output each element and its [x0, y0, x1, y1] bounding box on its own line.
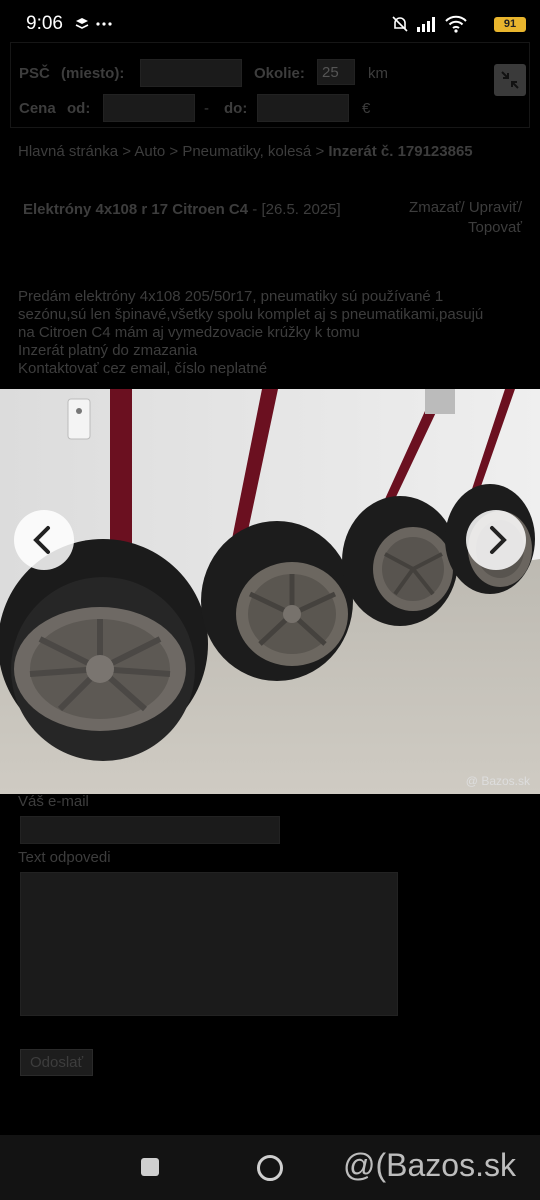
description-line: Predám elektróny 4x108 205/50r17, pneuma…	[18, 288, 444, 305]
ad-description: Predám elektróny 4x108 205/50r17, pneuma…	[18, 288, 528, 378]
ad-photo[interactable]: @ Bazos.sk	[0, 389, 540, 794]
description-line: na Citroen C4 mám aj vymedzovacie krúžky…	[18, 324, 360, 341]
psc-input[interactable]	[140, 59, 242, 87]
breadcrumb-auto[interactable]: Auto	[134, 143, 165, 160]
brand-watermark: @(Bazos.sk	[343, 1147, 516, 1183]
okolie-label: Okolie:	[254, 65, 305, 82]
cena-label: Cena	[19, 100, 56, 117]
reply-textarea[interactable]	[20, 872, 398, 1016]
psc-label: PSČ	[19, 65, 50, 82]
description-line: Inzerát platný do zmazania	[18, 342, 198, 359]
ad-date: - [26.5. 2025]	[252, 201, 341, 218]
chevron-left-icon	[33, 526, 50, 554]
okolie-unit: km	[368, 65, 388, 82]
breadcrumb-ad: Inzerát č. 179123865	[328, 143, 473, 160]
price-dash: -	[204, 100, 209, 117]
ad-actions[interactable]: Zmazať/ Upraviť/ Topovať	[382, 198, 522, 238]
ad-title-row: Elektróny 4x108 r 17 Citroen C4 - [26.5.…	[18, 198, 378, 222]
email-label: Váš e-mail	[18, 793, 89, 810]
previous-photo-button[interactable]	[14, 510, 74, 570]
price-to-input[interactable]	[257, 94, 349, 122]
description-line: Kontaktovať cez email, číslo neplatné	[18, 360, 268, 377]
breadcrumb-separator: >	[169, 143, 179, 160]
breadcrumb-separator: >	[315, 143, 325, 160]
chevron-right-icon	[490, 526, 507, 554]
breadcrumb-home[interactable]: Hlavná stránka	[18, 143, 118, 160]
breadcrumb-separator: >	[122, 143, 131, 160]
psc-sub-label: (miesto):	[61, 65, 125, 82]
price-from-input[interactable]	[103, 94, 195, 122]
send-button[interactable]: Odoslať	[20, 1049, 94, 1076]
email-field[interactable]	[20, 816, 280, 844]
description-line: sezónu,sú len špinavé,všetky spolu kompl…	[18, 306, 484, 323]
system-nav-bar: @(Bazos.sk	[0, 1135, 540, 1200]
ad-page: PSČ (miesto): Okolie: 25 km Cena od: - d…	[0, 0, 540, 1200]
next-photo-button[interactable]	[466, 510, 526, 570]
cena-do-label: do:	[224, 100, 248, 117]
collapse-icon[interactable]	[494, 64, 526, 96]
okolie-input[interactable]: 25	[317, 59, 355, 85]
breadcrumb: Hlavná stránka > Auto > Pneumatiky, kole…	[18, 143, 473, 160]
photo-watermark: @ Bazos.sk	[465, 774, 530, 788]
text-label: Text odpovedi	[18, 849, 111, 866]
currency-label: €	[362, 100, 371, 117]
wheels-photo	[0, 389, 540, 794]
ad-title: Elektróny 4x108 r 17 Citroen C4	[23, 201, 249, 218]
recents-button[interactable]	[141, 1158, 159, 1176]
home-button[interactable]	[257, 1155, 283, 1181]
search-filter-box: PSČ (miesto): Okolie: 25 km Cena od: - d…	[10, 42, 530, 128]
breadcrumb-category[interactable]: Pneumatiky, kolesá	[182, 143, 311, 160]
cena-od-label: od:	[67, 100, 91, 117]
